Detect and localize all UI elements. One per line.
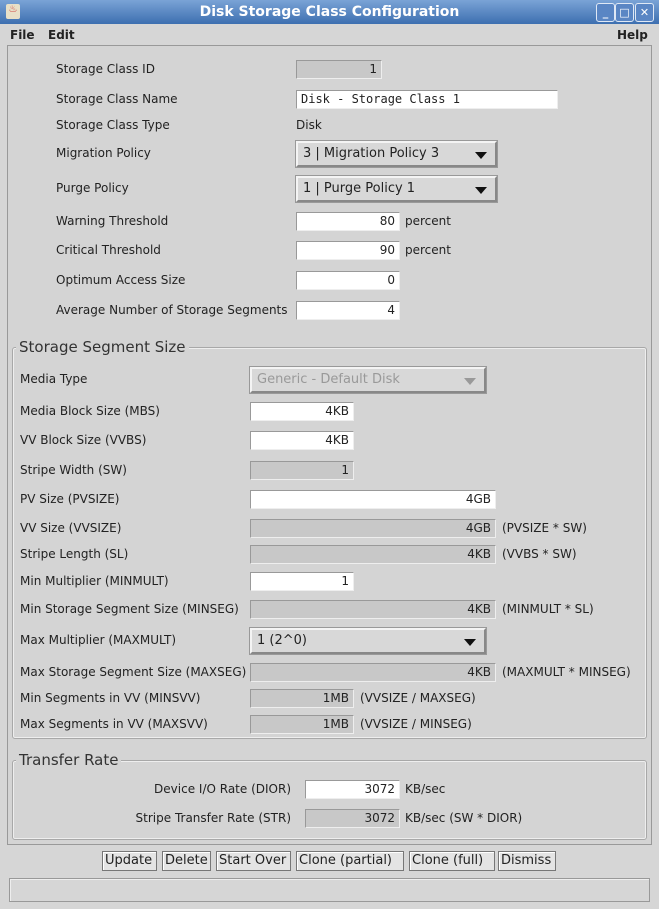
stripe-length-sl-field: 4KB xyxy=(250,545,496,564)
min-multiplier-minmult-input[interactable]: 1 xyxy=(250,572,354,591)
critical-threshold-input[interactable]: 90 xyxy=(296,241,400,260)
max-storage-segment-size-maxseg-formula: (MAXMULT * MINSEG) xyxy=(502,665,631,679)
stripe-width-sw-field: 1 xyxy=(250,461,354,480)
min-segments-in-vv-minsvv-formula: (VVSIZE / MAXSEG) xyxy=(360,691,476,705)
vv-block-size-vvbs-label: VV Block Size (VVBS) xyxy=(20,433,147,447)
chevron-down-icon xyxy=(464,639,476,646)
max-storage-segment-size-maxseg-field: 4KB xyxy=(250,663,496,682)
critical-threshold-unit: percent xyxy=(405,243,451,257)
max-multiplier-maxmult-selected: 1 (2^0) xyxy=(257,633,307,648)
pv-size-pvsize-label: PV Size (PVSIZE) xyxy=(20,492,120,506)
stripe-transfer-rate-str-unit: KB/sec (SW * DIOR) xyxy=(405,811,523,825)
media-type-dropdown: Generic - Default Disk xyxy=(249,366,487,394)
max-multiplier-maxmult-dropdown[interactable]: 1 (2^0) xyxy=(249,627,487,655)
purge-policy-label: Purge Policy xyxy=(56,181,129,195)
vv-block-size-vvbs-input[interactable]: 4KB xyxy=(250,431,354,450)
update-button[interactable]: Update xyxy=(102,851,157,871)
optimum-access-size-input[interactable]: 0 xyxy=(296,271,400,290)
menu-help[interactable]: Help xyxy=(617,28,648,42)
vv-size-vvsize-field: 4GB xyxy=(250,519,496,538)
media-block-size-mbs-input[interactable]: 4KB xyxy=(250,402,354,421)
min-multiplier-minmult-label: Min Multiplier (MINMULT) xyxy=(20,574,169,588)
chevron-down-icon xyxy=(475,187,487,194)
title-bar[interactable]: ♨ Disk Storage Class Configuration _ □ ✕ xyxy=(0,0,659,24)
media-type-label: Media Type xyxy=(20,372,88,386)
chevron-down-icon xyxy=(464,378,476,385)
purge-policy-selected: 1 | Purge Policy 1 xyxy=(303,181,416,196)
min-segments-in-vv-minsvv-label: Min Segments in VV (MINSVV) xyxy=(20,691,201,705)
device-i-o-rate-dior-input[interactable]: 3072 xyxy=(305,780,400,799)
storage-class-name-label: Storage Class Name xyxy=(56,92,178,106)
minimize-button[interactable]: _ xyxy=(596,3,615,22)
optimum-access-size-label: Optimum Access Size xyxy=(56,273,186,287)
max-segments-in-vv-maxsvv-field: 1MB xyxy=(250,715,354,734)
average-number-of-storage-segments-input[interactable]: 4 xyxy=(296,301,400,320)
migration-policy-label: Migration Policy xyxy=(56,146,151,160)
menu-file[interactable]: File xyxy=(10,28,35,42)
stripe-transfer-rate-str-field: 3072 xyxy=(305,809,400,828)
purge-policy-dropdown[interactable]: 1 | Purge Policy 1 xyxy=(295,175,498,203)
min-storage-segment-size-minseg-label: Min Storage Segment Size (MINSEG) xyxy=(20,602,239,616)
stripe-width-sw-label: Stripe Width (SW) xyxy=(20,463,127,477)
transfer-rate-title: Transfer Rate xyxy=(16,751,122,769)
migration-policy-dropdown[interactable]: 3 | Migration Policy 3 xyxy=(295,140,498,168)
vv-size-vvsize-label: VV Size (VVSIZE) xyxy=(20,521,122,535)
start-over-button[interactable]: Start Over xyxy=(216,851,291,871)
transfer-rate-group xyxy=(12,760,647,840)
storage-segment-title: Storage Segment Size xyxy=(16,338,189,356)
close-button[interactable]: ✕ xyxy=(635,3,654,22)
media-block-size-mbs-label: Media Block Size (MBS) xyxy=(20,404,160,418)
storage-class-type-value: Disk xyxy=(296,118,322,132)
storage-class-type-label: Storage Class Type xyxy=(56,118,170,132)
maximize-button[interactable]: □ xyxy=(615,3,634,22)
storage-class-id-label: Storage Class ID xyxy=(56,62,155,76)
max-segments-in-vv-maxsvv-formula: (VVSIZE / MINSEG) xyxy=(360,717,472,731)
warning-threshold-input[interactable]: 80 xyxy=(296,212,400,231)
max-segments-in-vv-maxsvv-label: Max Segments in VV (MAXSVV) xyxy=(20,717,208,731)
critical-threshold-label: Critical Threshold xyxy=(56,243,161,257)
clone-partial-button[interactable]: Clone (partial) xyxy=(296,851,404,871)
device-i-o-rate-dior-label: Device I/O Rate (DIOR) xyxy=(154,782,291,796)
max-storage-segment-size-maxseg-label: Max Storage Segment Size (MAXSEG) xyxy=(20,665,247,679)
stripe-transfer-rate-str-label: Stripe Transfer Rate (STR) xyxy=(135,811,291,825)
chevron-down-icon xyxy=(475,152,487,159)
window-title: Disk Storage Class Configuration xyxy=(199,4,460,20)
storage-class-name-input[interactable]: Disk - Storage Class 1 xyxy=(296,90,558,109)
min-storage-segment-size-minseg-formula: (MINMULT * SL) xyxy=(502,602,594,616)
min-segments-in-vv-minsvv-field: 1MB xyxy=(250,689,354,708)
pv-size-pvsize-input[interactable]: 4GB xyxy=(250,490,496,509)
stripe-length-sl-formula: (VVBS * SW) xyxy=(502,547,577,561)
menu-edit[interactable]: Edit xyxy=(48,28,75,42)
average-number-of-storage-segments-label: Average Number of Storage Segments xyxy=(56,303,288,317)
max-multiplier-maxmult-label: Max Multiplier (MAXMULT) xyxy=(20,633,177,647)
media-type-selected: Generic - Default Disk xyxy=(257,372,400,387)
menu-bar: File Edit Help xyxy=(0,24,659,44)
status-bar xyxy=(9,878,650,902)
migration-policy-selected: 3 | Migration Policy 3 xyxy=(303,146,440,161)
dismiss-button[interactable]: Dismiss xyxy=(498,851,556,871)
storage-class-id-field: 1 xyxy=(296,60,382,79)
vv-size-vvsize-formula: (PVSIZE * SW) xyxy=(502,521,587,535)
stripe-length-sl-label: Stripe Length (SL) xyxy=(20,547,129,561)
clone-full-button[interactable]: Clone (full) xyxy=(409,851,495,871)
delete-button[interactable]: Delete xyxy=(162,851,211,871)
warning-threshold-label: Warning Threshold xyxy=(56,214,169,228)
min-storage-segment-size-minseg-field: 4KB xyxy=(250,600,496,619)
warning-threshold-unit: percent xyxy=(405,214,451,228)
device-i-o-rate-dior-unit: KB/sec xyxy=(405,782,446,796)
